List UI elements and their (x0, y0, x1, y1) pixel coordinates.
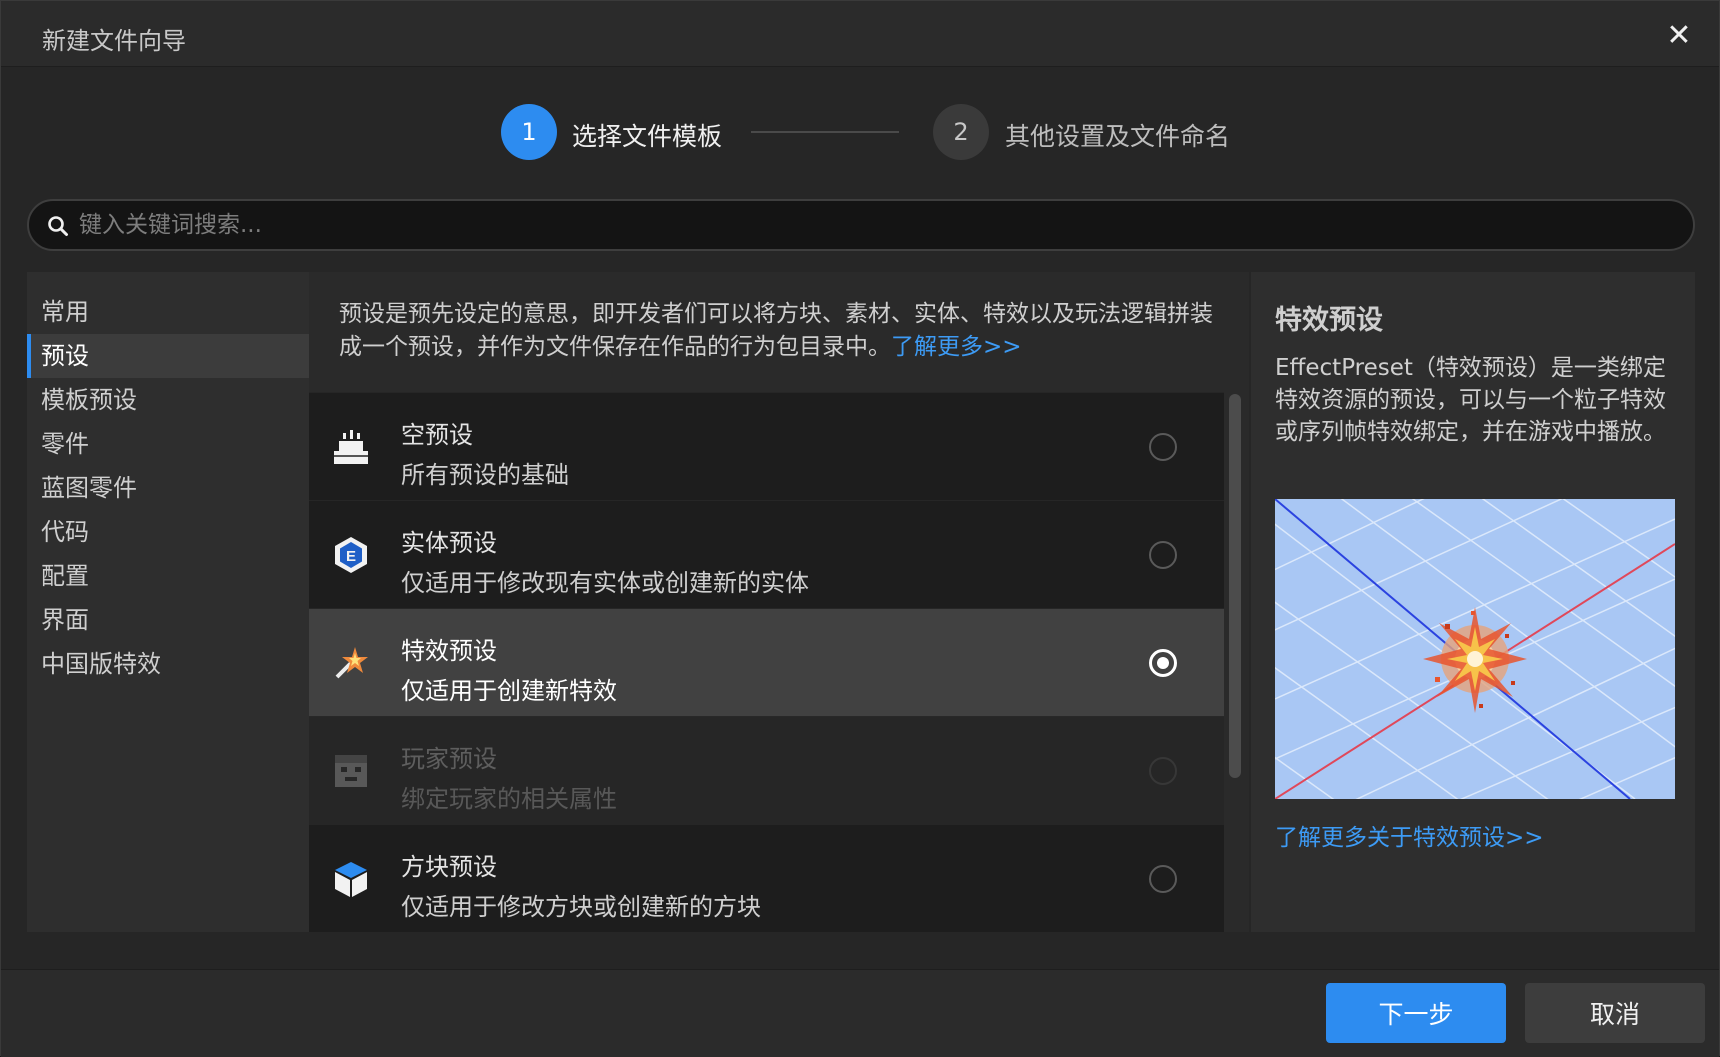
template-name: 实体预设 (401, 529, 497, 557)
category-china-effects[interactable]: 中国版特效 (27, 642, 309, 686)
template-radio[interactable] (1149, 433, 1177, 461)
search-bar (27, 199, 1695, 251)
template-desc: 绑定玩家的相关属性 (401, 785, 617, 813)
detail-title: 特效预设 (1275, 305, 1383, 336)
detail-learn-more-link[interactable]: 了解更多关于特效预设>> (1275, 818, 1544, 852)
template-desc: 仅适用于创建新特效 (401, 677, 617, 705)
scrollbar-thumb[interactable] (1229, 394, 1241, 778)
learn-more-link[interactable]: 了解更多>> (891, 334, 1022, 360)
effect-preset-icon (335, 647, 368, 679)
step-1-label: 选择文件模板 (572, 122, 723, 151)
category-config[interactable]: 配置 (27, 554, 309, 598)
step-2-indicator: 2 (933, 104, 989, 160)
template-player-preset: 玩家预设 绑定玩家的相关属性 (309, 716, 1224, 824)
template-desc: 所有预设的基础 (401, 461, 569, 489)
cancel-button[interactable]: 取消 (1525, 983, 1705, 1043)
search-input[interactable] (79, 207, 1639, 243)
template-desc: 仅适用于修改现有实体或创建新的实体 (401, 569, 809, 597)
dialog-footer: 下一步 取消 (1, 969, 1719, 1057)
template-name: 玩家预设 (401, 745, 497, 773)
category-ui[interactable]: 界面 (27, 598, 309, 642)
next-step-button[interactable]: 下一步 (1326, 983, 1506, 1043)
close-icon[interactable]: ✕ (1659, 15, 1699, 55)
title-bar: 新建文件向导 ✕ (1, 1, 1719, 67)
player-preset-icon (335, 755, 367, 787)
preset-intro-text: 预设是预先设定的意思，即开发者们可以将方块、素材、实体、特效以及玩法逻辑拼装成一… (339, 301, 1213, 360)
dialog-title: 新建文件向导 (42, 27, 186, 55)
template-radio[interactable] (1149, 865, 1177, 893)
block-preset-icon (335, 862, 367, 897)
step-1-indicator: 1 (501, 104, 557, 160)
category-common[interactable]: 常用 (27, 290, 309, 334)
detail-description: EffectPreset（特效预设）是一类绑定特效资源的预设，可以与一个粒子特效… (1275, 355, 1666, 445)
search-icon (48, 216, 68, 236)
template-radio[interactable] (1149, 541, 1177, 569)
template-panel: 预设是预先设定的意思，即开发者们可以将方块、素材、实体、特效以及玩法逻辑拼装成一… (309, 272, 1249, 932)
step-2-label: 其他设置及文件命名 (1005, 122, 1231, 151)
step-connector (751, 131, 899, 133)
category-part[interactable]: 零件 (27, 422, 309, 466)
template-name: 方块预设 (401, 853, 497, 881)
empty-preset-icon (334, 430, 368, 464)
effect-preview-image (1275, 499, 1675, 799)
template-block-preset[interactable]: 方块预设 仅适用于修改方块或创建新的方块 (309, 824, 1224, 932)
wizard-stepper: 1 选择文件模板 2 其他设置及文件命名 (1, 67, 1719, 199)
detail-panel: 特效预设 EffectPreset（特效预设）是一类绑定特效资源的预设，可以与一… (1251, 272, 1695, 932)
template-name: 空预设 (401, 421, 473, 449)
svg-text:E: E (346, 548, 356, 565)
preset-intro: 预设是预先设定的意思，即开发者们可以将方块、素材、实体、特效以及玩法逻辑拼装成一… (339, 298, 1219, 364)
template-effect-preset[interactable]: 特效预设 仅适用于创建新特效 (309, 608, 1224, 716)
template-radio-selected[interactable] (1149, 649, 1177, 677)
category-preset[interactable]: 预设 (27, 334, 309, 378)
new-file-wizard-dialog: 新建文件向导 ✕ 1 选择文件模板 2 其他设置及文件命名 常用 预设 模板预设… (0, 0, 1720, 1057)
category-code[interactable]: 代码 (27, 510, 309, 554)
template-list: 空预设 所有预设的基础 E 实体预设 仅适用于修改现有实体或创建新的实体 特效预… (309, 392, 1224, 932)
category-sidebar: 常用 预设 模板预设 零件 蓝图零件 代码 配置 界面 中国版特效 (27, 272, 309, 932)
template-name: 特效预设 (401, 637, 497, 665)
template-empty-preset[interactable]: 空预设 所有预设的基础 (309, 392, 1224, 500)
category-blueprint-part[interactable]: 蓝图零件 (27, 466, 309, 510)
entity-preset-icon: E (335, 537, 367, 573)
template-entity-preset[interactable]: E 实体预设 仅适用于修改现有实体或创建新的实体 (309, 500, 1224, 608)
template-radio (1149, 757, 1177, 785)
template-desc: 仅适用于修改方块或创建新的方块 (401, 893, 761, 921)
category-template-preset[interactable]: 模板预设 (27, 378, 309, 422)
template-list-scrollbar[interactable] (1226, 392, 1244, 932)
